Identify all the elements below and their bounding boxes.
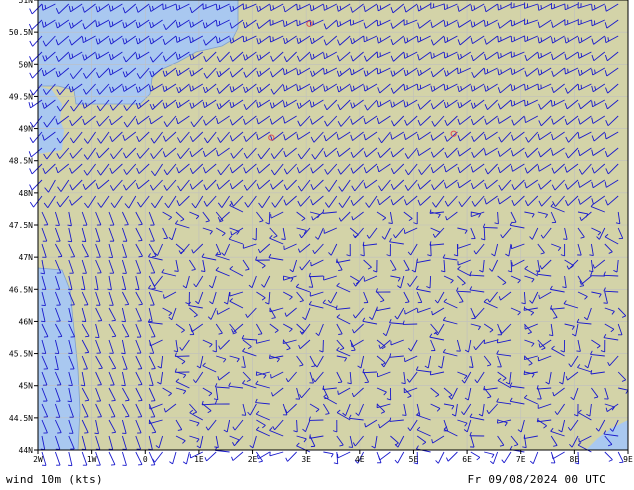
wind-barb [204, 451, 217, 462]
lon-tick-label: 7E [516, 455, 526, 464]
wind-barb [231, 451, 244, 461]
wind-barb [435, 451, 445, 464]
lat-tick-label: 46.5N [9, 285, 33, 294]
longitude-labels: 2W 1W 0 1E 2E 3E 4E 5E 6E 7E 8E 9E [33, 455, 633, 464]
lon-tick-label: 2W [33, 455, 43, 464]
lat-tick-label: 50.5N [9, 28, 33, 37]
lat-tick-label: 44.5N [9, 414, 33, 423]
lon-tick-label: 9E [623, 455, 633, 464]
wind-barb [333, 451, 339, 465]
wind-barb [135, 451, 143, 466]
lat-tick-label: 47.5N [9, 221, 33, 230]
wind-barb [148, 451, 156, 466]
wind-barb [54, 451, 61, 466]
latitude-labels: 51N 50.5N 50N 49.5N 49N 48.5N 48N 47.5N 47N 46.5N… [9, 0, 33, 455]
wind-barb [337, 451, 351, 459]
lat-tick-label: 49.5N [9, 92, 33, 101]
wind-barb [323, 451, 334, 458]
lon-tick-label: 8E [570, 455, 580, 464]
wind-barb [394, 451, 405, 464]
lat-tick-label: 50N [19, 60, 34, 69]
wind-barb [484, 451, 495, 458]
lon-tick-label: 1E [194, 455, 204, 464]
wind-barb [285, 451, 297, 462]
lat-tick-label: 47N [19, 253, 34, 262]
lat-tick-label: 49N [19, 125, 34, 134]
wind-barb [551, 451, 565, 460]
wind-barb [445, 451, 458, 462]
wind-barb [470, 451, 481, 461]
lon-tick-label: 1W [87, 455, 97, 464]
lon-tick-label: 5E [409, 455, 419, 464]
lon-tick-label: 6E [462, 455, 472, 464]
lat-tick-label: 45.5N [9, 350, 33, 359]
wind-barb [269, 451, 284, 457]
valid-time-label: Fr 09/08/2024 00 UTC [467, 473, 606, 486]
wind-barb [182, 451, 190, 465]
lon-tick-label: 3E [301, 455, 311, 464]
lat-tick-label: 51N [19, 0, 34, 5]
variable-label: wind 10m (kts) [6, 473, 103, 486]
wind-barb [501, 451, 512, 464]
wind-barb [152, 451, 163, 463]
lon-tick-label: 2E [248, 455, 258, 464]
wind-barb [67, 451, 73, 467]
lat-tick-label: 48.5N [9, 157, 33, 166]
lat-tick-label: 46N [19, 317, 34, 326]
lat-tick-label: 44N [19, 446, 34, 455]
lon-tick-label: 4E [355, 455, 365, 464]
wind-barb [257, 451, 271, 460]
wind-barb [378, 451, 391, 461]
wind-barb [529, 451, 539, 465]
lat-tick-label: 45N [19, 382, 34, 391]
wind-barb [169, 451, 177, 465]
wind-barb [121, 451, 127, 466]
lat-tick-label: 48N [19, 189, 34, 198]
wind-map: 51N 50.5N 50N 49.5N 49N 48.5N 48N 47.5N 47N 46.5N… [9, 0, 633, 467]
lon-tick-label: 0 [143, 455, 148, 464]
wind-barb [604, 451, 613, 462]
wind-barb [108, 451, 116, 466]
